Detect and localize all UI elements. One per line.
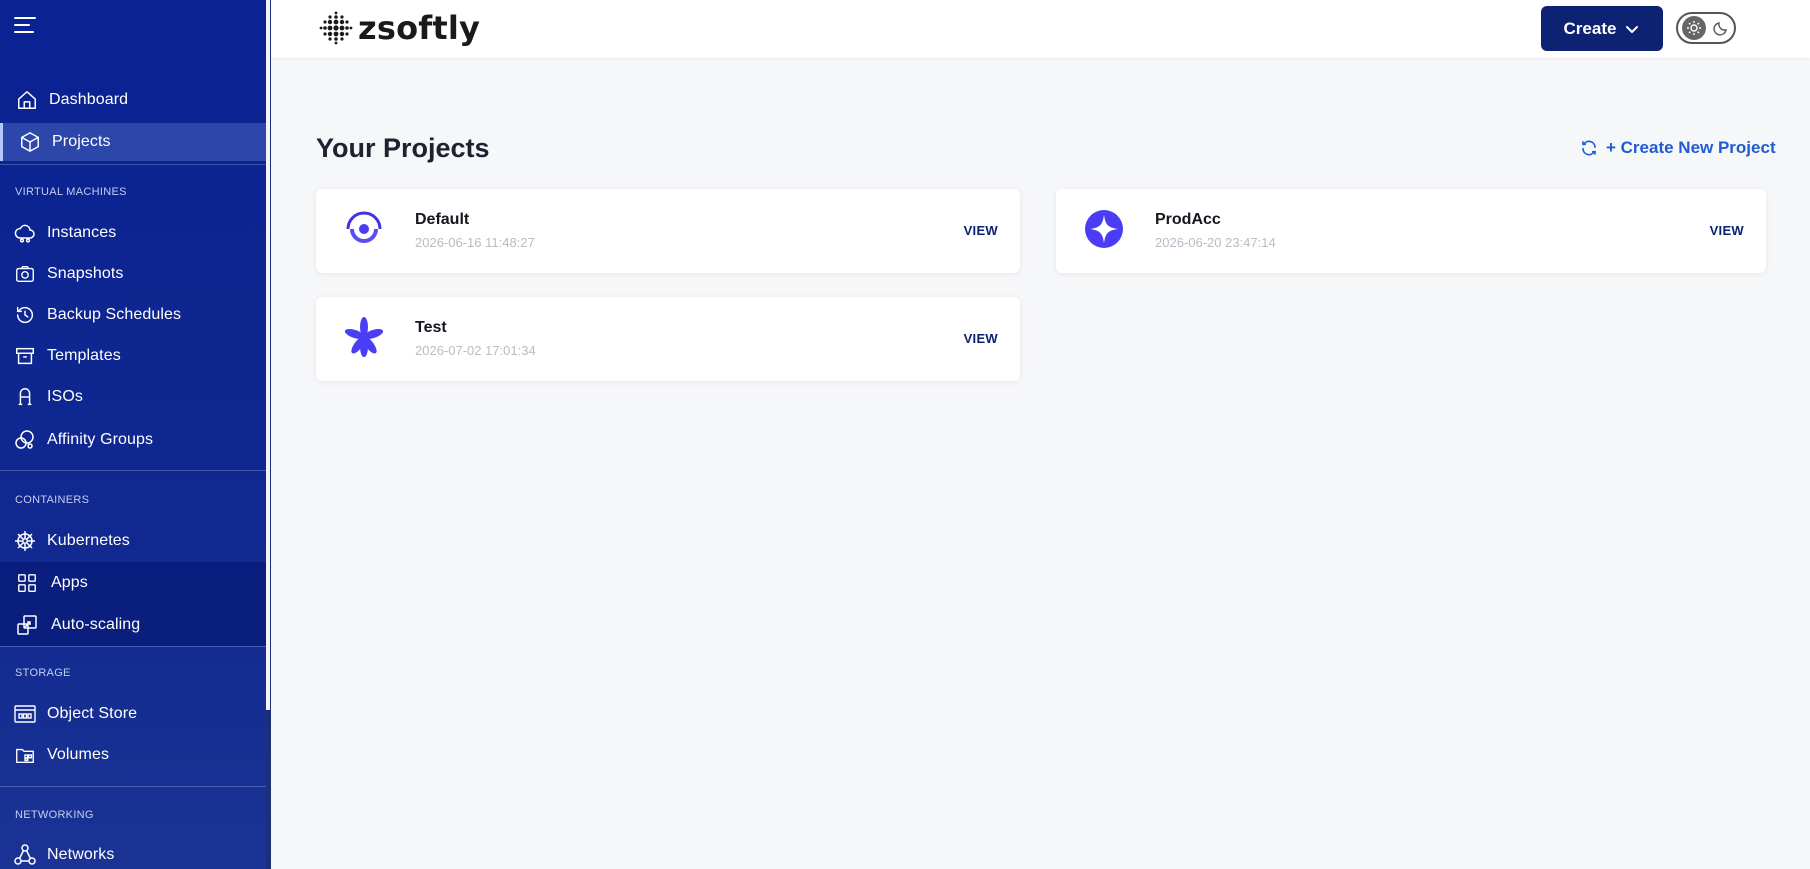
object-store-icon xyxy=(13,702,37,726)
sidebar-item-affinity-groups[interactable]: Affinity Groups xyxy=(0,421,266,459)
view-button[interactable]: VIEW xyxy=(1710,223,1744,238)
sidebar-item-label: Object Store xyxy=(47,705,138,722)
divider xyxy=(0,646,266,647)
theme-toggle[interactable] xyxy=(1676,12,1736,44)
project-date: 2026-07-02 17:01:34 xyxy=(415,343,536,358)
project-date: 2026-06-20 23:47:14 xyxy=(1155,235,1276,250)
sidebar-item-isos[interactable]: ISOs xyxy=(0,378,266,416)
chevron-down-icon xyxy=(1624,21,1640,37)
sidebar: Dashboard Projects VIRTUAL MACHINES Inst… xyxy=(0,0,266,869)
autoscaling-icon xyxy=(15,613,39,637)
view-button[interactable]: VIEW xyxy=(964,223,998,238)
volumes-icon xyxy=(13,743,37,767)
sidebar-item-instances[interactable]: Instances xyxy=(0,214,266,252)
history-icon xyxy=(13,303,37,327)
project-name: Default xyxy=(415,211,470,228)
sidebar-item-label: Dashboard xyxy=(49,91,129,108)
project-card-test[interactable]: Test 2026-07-02 17:01:34 VIEW xyxy=(316,297,1020,381)
sidebar-item-label: Backup Schedules xyxy=(47,306,182,323)
section-title-containers: CONTAINERS xyxy=(15,494,90,506)
sidebar-item-label: Affinity Groups xyxy=(47,431,154,448)
sidebar-item-label: Networks xyxy=(47,846,115,863)
ring-eye-icon xyxy=(344,209,384,249)
menu-icon[interactable] xyxy=(14,14,38,38)
sidebar-item-label: Apps xyxy=(51,574,88,591)
refresh-icon[interactable] xyxy=(1580,139,1598,157)
sidebar-item-projects[interactable]: Projects xyxy=(0,123,266,161)
logo-dots-icon xyxy=(319,11,353,45)
divider xyxy=(0,164,266,165)
moon-icon xyxy=(1712,19,1730,37)
section-title-virtual-machines: VIRTUAL MACHINES xyxy=(15,186,127,198)
network-icon xyxy=(13,843,37,867)
sidebar-item-label: Instances xyxy=(47,224,117,241)
scrollbar-thumb[interactable] xyxy=(266,0,270,710)
sidebar-item-label: Snapshots xyxy=(47,265,124,282)
sidebar-item-label: Kubernetes xyxy=(47,532,130,549)
affinity-icon xyxy=(13,428,37,452)
sidebar-item-label: Projects xyxy=(52,133,111,150)
sidebar-item-auto-scaling[interactable]: Auto-scaling xyxy=(0,604,266,646)
create-button[interactable]: Create xyxy=(1541,6,1663,51)
section-title-storage: STORAGE xyxy=(15,667,71,679)
project-date: 2026-06-16 11:48:27 xyxy=(415,235,535,250)
brand-name: zsoftly xyxy=(358,9,481,47)
page-title: Your Projects xyxy=(316,133,490,163)
create-new-project-link[interactable]: + Create New Project xyxy=(1580,138,1776,158)
sidebar-item-object-store[interactable]: Object Store xyxy=(0,695,266,733)
project-name: ProdAcc xyxy=(1155,211,1221,228)
camera-icon xyxy=(13,262,37,286)
iso-icon xyxy=(13,385,37,409)
divider xyxy=(0,786,266,787)
create-new-project-label: + Create New Project xyxy=(1606,138,1776,157)
project-name: Test xyxy=(415,319,447,336)
sidebar-item-networks[interactable]: Networks xyxy=(0,836,266,869)
sidebar-scrollbar[interactable] xyxy=(266,0,271,869)
sidebar-item-label: ISOs xyxy=(47,388,83,405)
sun-icon xyxy=(1682,16,1706,40)
home-icon xyxy=(15,88,39,112)
project-card-prodacc[interactable]: ProdAcc 2026-06-20 23:47:14 VIEW xyxy=(1056,189,1766,273)
sidebar-item-label: Volumes xyxy=(47,746,110,763)
asterisk-icon xyxy=(344,317,384,357)
sidebar-item-templates[interactable]: Templates xyxy=(0,337,266,375)
cube-icon xyxy=(18,130,42,154)
top-header: zsoftly Create xyxy=(271,0,1810,58)
sidebar-item-volumes[interactable]: Volumes xyxy=(0,736,266,774)
logo[interactable]: zsoftly xyxy=(318,9,480,47)
section-title-networking: NETWORKING xyxy=(15,809,94,821)
divider xyxy=(0,470,266,471)
sidebar-item-apps[interactable]: Apps xyxy=(0,562,266,604)
archive-icon xyxy=(13,344,37,368)
apps-grid-icon xyxy=(15,571,39,595)
view-button[interactable]: VIEW xyxy=(964,331,998,346)
sidebar-item-backup-schedules[interactable]: Backup Schedules xyxy=(0,296,266,334)
sidebar-item-kubernetes[interactable]: Kubernetes xyxy=(0,522,266,560)
project-card-default[interactable]: Default 2026-06-16 11:48:27 VIEW xyxy=(316,189,1020,273)
create-button-label: Create xyxy=(1563,18,1617,38)
sidebar-item-snapshots[interactable]: Snapshots xyxy=(0,255,266,293)
sidebar-item-label: Auto-scaling xyxy=(51,616,141,633)
sidebar-item-dashboard[interactable]: Dashboard xyxy=(0,81,266,119)
sparkle-icon xyxy=(1084,209,1124,249)
cloud-instances-icon xyxy=(13,221,37,245)
kubernetes-icon xyxy=(13,529,37,553)
sidebar-item-label: Templates xyxy=(47,347,121,364)
